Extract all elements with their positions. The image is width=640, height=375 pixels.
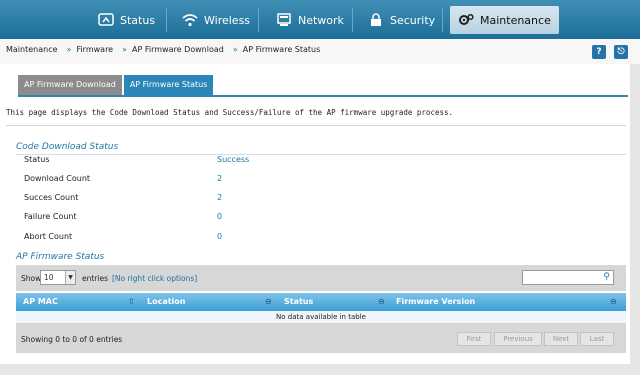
download-count-value: 2: [217, 174, 223, 183]
tab-ap-firmware-download[interactable]: AP Firmware Download: [18, 75, 122, 95]
tab-bar: AP Firmware Download AP Firmware Status: [18, 75, 214, 95]
table-footer: Showing 0 to 0 of 0 entries First Previo…: [16, 324, 626, 353]
tab-ap-firmware-status[interactable]: AP Firmware Status: [123, 75, 214, 95]
nav-maintenance-label: Maintenance: [480, 13, 551, 27]
sort-icon[interactable]: ⊖: [610, 297, 617, 306]
breadcrumb-item-current: AP Firmware Status: [242, 45, 321, 54]
nav-network[interactable]: Network: [276, 6, 344, 34]
table-info: Showing 0 to 0 of 0 entries: [21, 335, 123, 344]
col-location[interactable]: Location: [147, 297, 186, 306]
nav-security-label: Security: [390, 13, 436, 27]
failure-count-value: 0: [217, 212, 223, 221]
gears-icon: [459, 13, 474, 25]
first-page-button[interactable]: First: [457, 332, 491, 346]
nav-network-label: Network: [298, 13, 344, 27]
table-empty-row: No data available in table: [16, 311, 626, 324]
network-icon: [277, 13, 291, 26]
abort-count-value: 0: [217, 232, 223, 241]
status-label: Status: [24, 155, 50, 164]
next-page-button[interactable]: Next: [544, 332, 578, 346]
top-nav: Status Wireless Network Security Mainten…: [0, 0, 640, 39]
success-count-label: Succes Count: [24, 193, 79, 202]
chevron-down-icon: ▼: [65, 271, 75, 284]
nav-wireless[interactable]: Wireless: [182, 6, 250, 34]
breadcrumb-item[interactable]: Maintenance: [6, 45, 58, 54]
help-button[interactable]: ?: [592, 45, 606, 59]
code-download-status-heading: Code Download Status: [16, 142, 119, 152]
breadcrumb-separator: »: [232, 45, 238, 54]
section-rule: [16, 154, 626, 155]
breadcrumb-item[interactable]: Firmware: [76, 45, 113, 54]
nav-security[interactable]: Security: [368, 6, 435, 34]
sort-icon[interactable]: ⊖: [265, 297, 272, 306]
last-page-button[interactable]: Last: [580, 332, 614, 346]
wifi-icon: [182, 14, 198, 27]
search-input[interactable]: ⚲: [522, 270, 614, 285]
show-label: Show: [21, 274, 42, 283]
breadcrumb-separator: »: [122, 45, 128, 54]
failure-count-label: Failure Count: [24, 212, 77, 221]
page-size-select[interactable]: 10 ▼: [40, 270, 76, 285]
col-ap-mac[interactable]: AP MAC: [23, 297, 58, 306]
download-count-label: Download Count: [24, 174, 91, 183]
nav-status-label: Status: [120, 13, 156, 27]
breadcrumb-item[interactable]: AP Firmware Download: [132, 45, 224, 54]
breadcrumb: Maintenance » Firmware » AP Firmware Downloa…: [6, 45, 324, 54]
abort-count-label: Abort Count: [24, 232, 73, 241]
divider: [6, 125, 626, 126]
breadcrumb-bar: Maintenance » Firmware » AP Firmware Downloa…: [0, 39, 640, 64]
logout-button[interactable]: ⎋: [614, 45, 628, 59]
table-toolbar: Show 10 ▼ entries [No right click option…: [16, 265, 626, 291]
nav-maintenance[interactable]: Maintenance: [450, 6, 559, 34]
page-description: This page displays the Code Download Sta…: [6, 108, 454, 117]
breadcrumb-separator: »: [66, 45, 72, 54]
lock-icon: [371, 13, 381, 26]
search-icon[interactable]: ⚲: [603, 272, 610, 282]
nav-wireless-label: Wireless: [204, 13, 251, 27]
col-status[interactable]: Status: [284, 297, 313, 306]
sort-icon[interactable]: ⊖: [378, 297, 385, 306]
ap-firmware-status-heading: AP Firmware Status: [16, 252, 105, 262]
main-panel: AP Firmware Download AP Firmware Status …: [0, 64, 630, 364]
sort-asc-icon[interactable]: ⇧: [128, 297, 135, 306]
entries-label: entries: [82, 274, 108, 283]
gauge-icon: [98, 13, 114, 26]
table-header: AP MAC ⇧ Location ⊖ Status ⊖ Firmware Ve…: [16, 293, 626, 311]
nav-status[interactable]: Status: [98, 6, 155, 34]
previous-page-button[interactable]: Previous: [494, 332, 542, 346]
status-value: Success: [217, 155, 250, 164]
col-firmware-version[interactable]: Firmware Version: [396, 297, 475, 306]
tab-underline: [18, 95, 628, 97]
no-right-click-link[interactable]: [No right click options]: [112, 274, 197, 283]
page-size-value: 10: [44, 273, 54, 282]
success-count-value: 2: [217, 193, 223, 202]
